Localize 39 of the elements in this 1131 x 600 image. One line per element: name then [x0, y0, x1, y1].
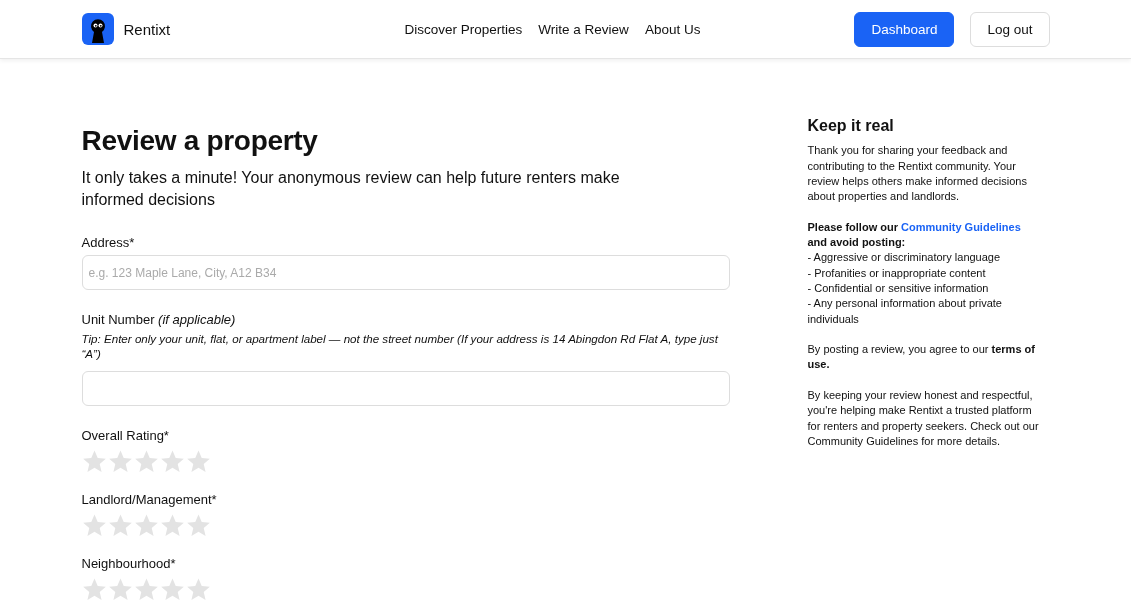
dashboard-button[interactable]: Dashboard — [854, 11, 955, 47]
input-field[interactable]: e.g. 123 Maple Lane, City, A12 B34 — [81, 255, 730, 290]
field-label: Neighbourhood* — [81, 556, 177, 571]
star-icon[interactable] — [185, 513, 211, 538]
field-label: Landlord/Management* — [81, 492, 218, 507]
star-icon[interactable] — [133, 577, 159, 600]
input-field[interactable] — [81, 371, 730, 406]
brand-name: Rentixt — [123, 20, 171, 38]
star-icon[interactable] — [133, 449, 159, 474]
star-icon[interactable] — [81, 577, 107, 600]
sidebar-paragraph: By keeping your review honest and respectful, you're helping make Rentixt a trusted platform for renters and property seekers. Check out our Community Guidelines for more details. — [807, 388, 1040, 449]
star-icon[interactable] — [107, 449, 133, 474]
star-icon[interactable] — [107, 513, 133, 538]
star-icon[interactable] — [81, 449, 107, 474]
field-label: Unit Number — [81, 312, 155, 327]
sidebar-title: Keep it real — [807, 118, 895, 134]
guidelines-text: Please follow our Community Guidelines and avoid posting: - Aggressive or discriminatory language - Profanities or inappropriate content - Confidential or sensitive information - Any personal information about private individuals — [807, 219, 1022, 327]
star-icon[interactable] — [107, 577, 133, 600]
field-label: Address* — [81, 235, 136, 250]
star-icon[interactable] — [185, 577, 211, 600]
nav-link[interactable]: Discover Properties — [404, 21, 523, 37]
sidebar-paragraph: Thank you for sharing your feedback and contributing to the Rentixt community. Your review helps others make informed decisions about properties and landlords. — [807, 143, 1028, 205]
guidelines-link[interactable]: Community Guidelines — [901, 220, 1021, 233]
star-icon[interactable] — [159, 449, 185, 474]
star-icon[interactable] — [159, 513, 185, 538]
field-label: Overall Rating* — [81, 428, 170, 443]
logo-icon — [81, 13, 114, 45]
field-note: (if applicable) — [158, 312, 236, 327]
star-icon[interactable] — [81, 513, 107, 538]
star-icon[interactable] — [133, 513, 159, 538]
page-subtitle: It only takes a minute! Your anonymous review can help future renters make informed decisions — [81, 168, 621, 210]
star-icon[interactable] — [185, 449, 211, 474]
field-tip: Tip: Enter only your unit, flat, or apartment label — not the street number (If your address is 14 Abingdon Rd Flat A, type just “A”) — [81, 331, 720, 361]
nav-link[interactable]: About Us — [644, 21, 701, 37]
star-icon[interactable] — [159, 577, 185, 600]
sidebar-paragraph: By posting a review, you agree to our terms of use. — [807, 342, 1036, 373]
page-title: Review a property — [81, 125, 319, 157]
logout-button[interactable]: Log out — [970, 11, 1050, 47]
nav-link[interactable]: Write a Review — [538, 21, 629, 37]
